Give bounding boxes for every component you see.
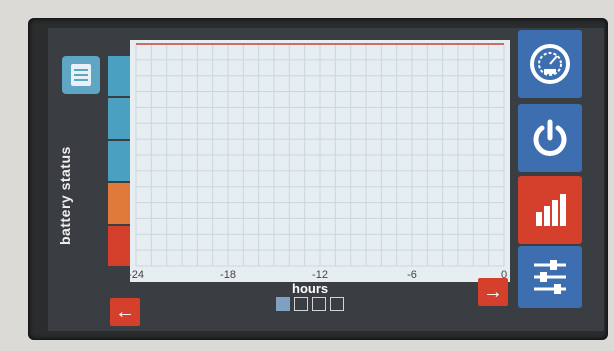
- chart-button[interactable]: [518, 176, 582, 244]
- right-arrow-icon: →: [483, 281, 503, 303]
- x-axis-label: hours: [292, 281, 329, 296]
- left-arrow-icon: ←: [115, 301, 135, 323]
- next-button[interactable]: →: [478, 278, 508, 306]
- page-dot[interactable]: [330, 297, 344, 311]
- page-dot[interactable]: [276, 297, 290, 311]
- menu-button[interactable]: [62, 56, 100, 94]
- gauge-icon: [530, 44, 570, 84]
- page-indicator: [276, 297, 344, 311]
- page-dot[interactable]: [294, 297, 308, 311]
- chart-area: -24 -18 -12 -6 0: [128, 40, 510, 282]
- battery-scale: [108, 56, 130, 268]
- document-icon: [71, 64, 91, 86]
- x-tick-label: -24: [128, 269, 144, 281]
- battery-segment: [108, 98, 130, 139]
- x-tick-label: -18: [220, 269, 236, 281]
- x-tick-label: -12: [312, 269, 328, 281]
- x-tick-label: -6: [407, 269, 417, 281]
- gauge-button[interactable]: [518, 30, 582, 98]
- battery-segment: [108, 225, 130, 267]
- page-dot[interactable]: [312, 297, 326, 311]
- chart-svg: [135, 43, 505, 267]
- y-axis-label: battery status: [57, 146, 73, 245]
- battery-segment: [108, 183, 130, 224]
- power-button[interactable]: [518, 104, 582, 172]
- power-icon: [533, 119, 567, 156]
- sliders-icon: [534, 260, 566, 294]
- battery-segment: [108, 140, 130, 182]
- bar-chart-icon: [536, 194, 566, 226]
- prev-button[interactable]: ←: [110, 298, 140, 326]
- settings-button[interactable]: [518, 246, 582, 308]
- battery-segment: [108, 56, 130, 97]
